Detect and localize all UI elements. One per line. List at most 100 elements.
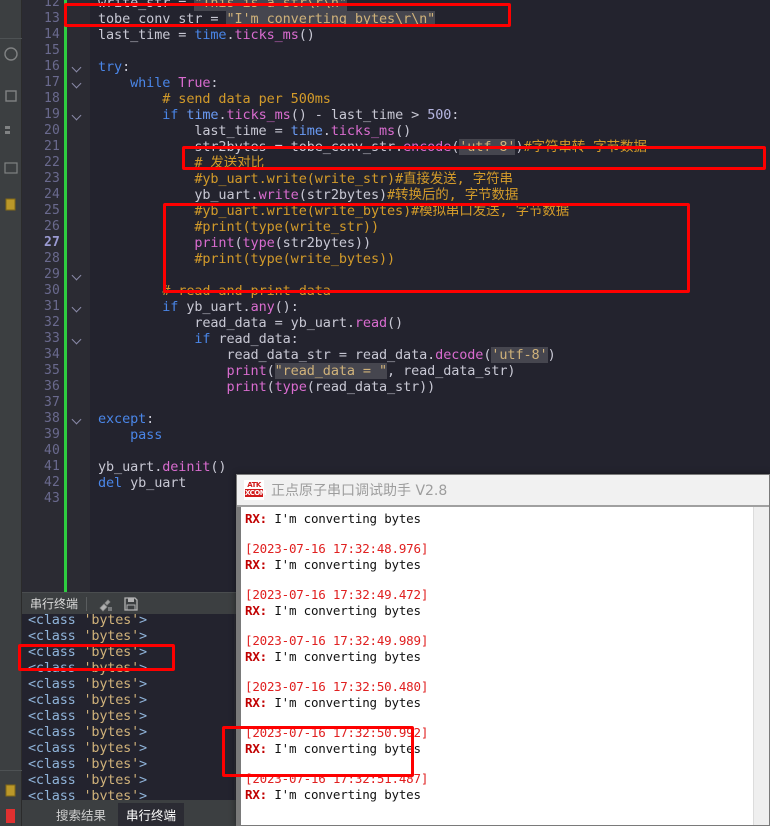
code-token: deinit — [162, 459, 211, 475]
code-line[interactable]: yb_uart.write(str2bytes)#转换后的, 字节数据 — [98, 187, 518, 203]
chevron-down-icon[interactable] — [72, 334, 83, 345]
line-number: 40 — [43, 443, 60, 458]
line-number: 28 — [43, 251, 60, 266]
chevron-down-icon[interactable] — [72, 414, 83, 425]
code-line[interactable]: str2bytes = tobe_conv_str.encode('utf-8'… — [98, 139, 647, 155]
line-number: 34 — [43, 347, 60, 362]
serial-assistant-titlebar[interactable]: ATK XCOM 正点原子串口调试助手 V2.8 — [237, 475, 769, 505]
code-token: type — [242, 235, 275, 251]
code-token: : — [451, 107, 460, 123]
tool-window-tab[interactable]: 串行终端 — [118, 803, 185, 826]
code-line[interactable]: yb_uart.deinit() — [98, 459, 227, 475]
serial-rx-message: I'm converting bytes — [274, 511, 421, 526]
line-number: 13 — [43, 11, 60, 26]
code-token: 'utf-8' — [491, 347, 548, 363]
code-line[interactable]: pass — [98, 427, 162, 443]
chevron-down-icon[interactable] — [72, 110, 83, 121]
serial-rx-message: I'm converting bytes — [274, 603, 421, 618]
code-line[interactable]: # read and print data — [98, 283, 331, 299]
code-line[interactable]: tobe_conv_str = "I'm converting bytes\r\… — [98, 11, 435, 27]
serial-rx-prefix: RX: — [245, 649, 275, 664]
code-token: ) — [515, 139, 524, 155]
serial-rx-prefix: RX: — [245, 511, 275, 526]
code-token: if — [162, 107, 187, 123]
clear-all-icon[interactable] — [97, 596, 113, 612]
code-line[interactable]: #print(type(write_str)) — [98, 219, 379, 235]
code-line[interactable]: last_time = time.ticks_ms() — [98, 27, 315, 43]
code-token: read_data_str = read_data. — [98, 347, 436, 363]
line-number: 32 — [43, 315, 60, 330]
code-token: (read_data_str)) — [306, 379, 436, 395]
code-line[interactable]: read_data = yb_uart.read() — [98, 315, 403, 331]
code-line[interactable]: if time.ticks_ms() - last_time > 500: — [98, 107, 459, 123]
code-line[interactable]: #print(type(write_bytes)) — [98, 251, 395, 267]
code-line[interactable]: # send data per 500ms — [98, 91, 331, 107]
code-line[interactable]: del yb_uart — [98, 475, 186, 491]
console-line: <class 'bytes'> — [28, 644, 147, 660]
bookmark-icon[interactable] — [3, 122, 19, 138]
code-line[interactable]: if yb_uart.any(): — [98, 299, 299, 315]
code-token: = — [210, 11, 227, 27]
code-line[interactable]: print("read_data = ", read_data_str) — [98, 363, 516, 379]
error-icon[interactable] — [3, 808, 19, 824]
code-fold-column[interactable] — [67, 0, 90, 604]
problems-icon[interactable] — [3, 782, 19, 798]
serial-rx-prefix: RX: — [245, 695, 275, 710]
project-icon[interactable] — [3, 88, 19, 104]
console-line: <class 'bytes'> — [28, 708, 147, 724]
code-token: ( — [266, 363, 275, 379]
code-token: any — [250, 299, 275, 315]
line-number: 16 — [43, 59, 60, 74]
code-token: 'utf-8' — [459, 139, 516, 155]
code-token: (): — [274, 299, 299, 315]
code-line[interactable]: write_str = "This is a str\r\n" — [98, 0, 347, 11]
code-token: . — [226, 27, 235, 43]
code-line[interactable]: except: — [98, 411, 154, 427]
code-token: : — [146, 411, 155, 427]
structure-icon[interactable] — [3, 46, 19, 62]
serial-receive-pane[interactable]: RX: I'm converting bytes [2023-07-16 17:3… — [237, 507, 769, 825]
code-token: # send data per 500ms — [162, 91, 331, 107]
code-line[interactable]: read_data_str = read_data.decode('utf-8'… — [98, 347, 556, 363]
code-line[interactable]: # 发送对比 — [98, 155, 264, 171]
save-to-file-icon[interactable] — [123, 596, 139, 612]
line-number: 37 — [43, 395, 60, 410]
code-line[interactable]: try: — [98, 59, 130, 75]
serial-assistant-window[interactable]: ATK XCOM 正点原子串口调试助手 V2.8 RX: I'm convert… — [236, 474, 770, 826]
chevron-down-icon[interactable] — [72, 302, 83, 313]
code-token: #print(type(write_str)) — [194, 219, 379, 235]
code-line[interactable]: #yb_uart.write(write_str)#直接发送, 字符串 — [98, 171, 513, 187]
serial-console-output[interactable]: <class 'bytes'> <class 'bytes'> <class 'by… — [22, 614, 234, 800]
warning-icon[interactable] — [3, 196, 19, 212]
console-line: <class 'bytes'> — [28, 740, 147, 756]
receive-pane-scrollbar[interactable] — [753, 507, 769, 825]
tool-window-tab[interactable]: 搜索结果 — [48, 803, 114, 826]
activity-bar[interactable] — [0, 0, 22, 826]
chevron-down-icon[interactable] — [72, 78, 83, 89]
line-number: 35 — [43, 363, 60, 378]
console-line: <class 'bytes'> — [28, 628, 147, 644]
code-line[interactable]: last_time = time.ticks_ms() — [98, 123, 411, 139]
code-token: last_time — [98, 27, 179, 43]
code-line[interactable]: while True: — [98, 75, 218, 91]
chevron-down-icon[interactable] — [72, 270, 83, 281]
code-token: ticks_ms — [226, 107, 291, 123]
code-line[interactable]: print(type(str2bytes)) — [98, 235, 371, 251]
terminal-icon[interactable] — [3, 160, 19, 176]
code-line[interactable]: #yb_uart.write(write_bytes)#模拟串口发送, 字节数据 — [98, 203, 569, 219]
code-token: "read_data = " — [274, 363, 388, 379]
line-number: 18 — [43, 91, 60, 106]
header-divider — [86, 596, 88, 611]
code-line[interactable]: print(type(read_data_str)) — [98, 379, 435, 395]
serial-rx-line: RX: I'm converting bytes — [245, 695, 421, 711]
chevron-down-icon[interactable] — [72, 62, 83, 73]
code-line[interactable]: if read_data: — [98, 331, 298, 347]
serial-timestamp: [2023-07-16 17:32:49.989] — [245, 633, 429, 648]
code-token: if — [162, 299, 187, 315]
console-line: <class 'bytes'> — [28, 692, 147, 708]
